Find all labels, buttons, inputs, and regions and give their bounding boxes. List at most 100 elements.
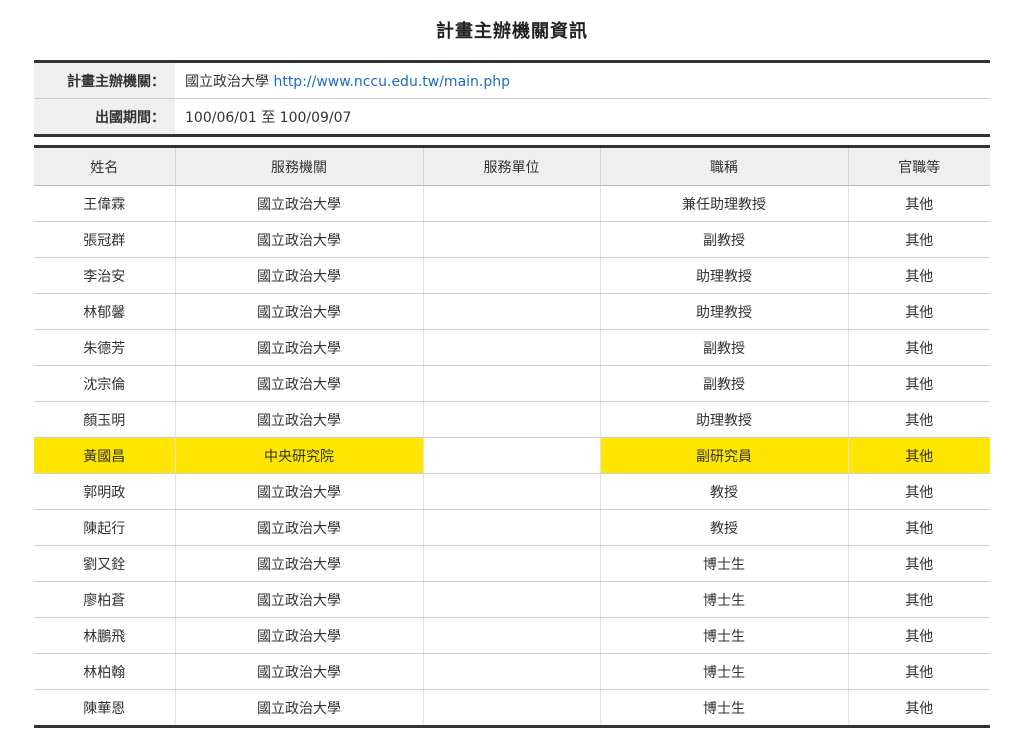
cell-grade: 其他: [847, 473, 990, 510]
cell-grade: 其他: [847, 293, 990, 330]
cell-unit: [422, 653, 600, 690]
cell-name: 林鵬飛: [34, 617, 175, 654]
table-row: 王偉霖 國立政治大學 兼任助理教授 其他: [34, 185, 990, 222]
period-row: 出國期間： 100/06/01 至 100/09/07: [34, 98, 990, 136]
cell-name: 沈宗倫: [34, 365, 175, 402]
cell-unit: [422, 509, 600, 546]
organizer-row: 計畫主辦機關： 國立政治大學 http://www.nccu.edu.tw/ma…: [34, 61, 990, 99]
table-row: 李治安 國立政治大學 助理教授 其他: [34, 257, 990, 294]
cell-unit: [422, 401, 600, 438]
cell-title: 博士生: [599, 617, 848, 654]
cell-name: 廖柏蒼: [34, 581, 175, 618]
cell-org: 國立政治大學: [174, 617, 423, 654]
cell-grade: 其他: [847, 365, 990, 402]
cell-name: 陳起行: [34, 509, 175, 546]
cell-title: 副教授: [599, 329, 848, 366]
cell-org: 國立政治大學: [174, 473, 423, 510]
cell-unit: [422, 221, 600, 258]
page-title: 計畫主辦機關資訊: [436, 21, 588, 42]
cell-grade: 其他: [847, 437, 990, 474]
cell-org: 國立政治大學: [174, 401, 423, 438]
table-row: 顏玉明 國立政治大學 助理教授 其他: [34, 401, 990, 438]
cell-unit: [422, 617, 600, 654]
cell-title: 教授: [599, 509, 848, 546]
cell-org: 國立政治大學: [174, 581, 423, 618]
cell-name: 王偉霖: [34, 185, 175, 222]
cell-grade: 其他: [847, 185, 990, 222]
cell-grade: 其他: [847, 545, 990, 582]
cell-unit: [422, 293, 600, 330]
cell-name: 張冠群: [34, 221, 175, 258]
cell-unit: [422, 329, 600, 366]
cell-unit: [422, 365, 600, 402]
cell-grade: 其他: [847, 617, 990, 654]
table-row: 陳華恩 國立政治大學 博士生 其他: [34, 689, 990, 727]
cell-title: 助理教授: [599, 257, 848, 294]
cell-name: 陳華恩: [83, 700, 126, 717]
cell-title: 博士生: [599, 545, 848, 582]
table-row: 黃國昌 中央研究院 副研究員 其他: [34, 437, 990, 474]
table-header-row: 姓名 服務機關 服務單位 職稱 官職等: [34, 146, 990, 186]
cell-grade: 其他: [847, 257, 990, 294]
table-row: 廖柏蒼 國立政治大學 博士生 其他: [34, 581, 990, 618]
cell-grade: 其他: [847, 329, 990, 366]
table-row: 林柏翰 國立政治大學 博士生 其他: [34, 653, 990, 690]
header-unit: 服務單位: [422, 146, 600, 186]
table-body: 王偉霖 國立政治大學 兼任助理教授 其他 張冠群 國立政治大學 副教授 其他 李治安 國立政治大學…: [34, 185, 990, 727]
cell-name: 朱德芳: [34, 329, 175, 366]
cell-org: 國立政治大學: [174, 257, 423, 294]
cell-title: 副教授: [599, 221, 848, 258]
header-title: 職稱: [599, 146, 848, 186]
cell-title: 博士生: [599, 689, 848, 727]
cell-unit: [422, 689, 600, 727]
table-row: 張冠群 國立政治大學 副教授 其他: [34, 221, 990, 258]
organizer-url-link[interactable]: http://www.nccu.edu.tw/main.php: [273, 74, 510, 90]
cell-title: 副研究員: [599, 437, 848, 474]
cell-org: 國立政治大學: [174, 293, 423, 330]
cell-unit: [422, 473, 600, 510]
cell-name: 林柏翰: [34, 653, 175, 690]
cell-name: 李治安: [34, 257, 175, 294]
cell-grade: 其他: [847, 581, 990, 618]
cell-unit: [422, 185, 600, 222]
period-value: 100/06/01 至 100/09/07: [185, 109, 352, 126]
cell-grade: 其他: [847, 653, 990, 690]
cell-unit: [422, 257, 600, 294]
header-org: 服務機關: [174, 146, 423, 186]
cell-unit: [422, 581, 600, 618]
cell-title: 兼任助理教授: [599, 185, 848, 222]
table-row: 郭明政 國立政治大學 教授 其他: [34, 473, 990, 510]
table-row: 沈宗倫 國立政治大學 副教授 其他: [34, 365, 990, 402]
cell-org: 國立政治大學: [174, 221, 423, 258]
cell-unit: [422, 545, 600, 582]
table-row: 陳起行 國立政治大學 教授 其他: [34, 509, 990, 546]
cell-name: 劉又銓: [34, 545, 175, 582]
header-grade: 官職等: [847, 146, 990, 186]
table-row: 朱德芳 國立政治大學 副教授 其他: [34, 329, 990, 366]
header-name: 姓名: [34, 146, 175, 186]
organizer-value: 國立政治大學 http://www.nccu.edu.tw/main.php: [175, 61, 990, 99]
cell-title: 教授: [599, 473, 848, 510]
table-row: 林鵬飛 國立政治大學 博士生 其他: [34, 617, 990, 654]
cell-name: 黃國昌: [34, 437, 175, 474]
cell-title: 副教授: [599, 365, 848, 402]
cell-unit: [422, 437, 600, 474]
cell-grade: 其他: [847, 401, 990, 438]
cell-org: 國立政治大學: [174, 653, 423, 690]
cell-org: 國立政治大學: [174, 545, 423, 582]
cell-name: 郭明政: [34, 473, 175, 510]
table-row: 林郁馨 國立政治大學 助理教授 其他: [34, 293, 990, 330]
cell-grade: 其他: [847, 221, 990, 258]
cell-org: 國立政治大學: [174, 689, 423, 727]
cell-title: 助理教授: [599, 401, 848, 438]
table-row: 劉又銓 國立政治大學 博士生 其他: [34, 545, 990, 582]
cell-title: 博士生: [599, 653, 848, 690]
cell-name: 顏玉明: [34, 401, 175, 438]
participants-table: 姓名 服務機關 服務單位 職稱 官職等 王偉霖 國立政治大學 兼任助理教授 其他 張冠群…: [34, 145, 990, 728]
cell-org: 國立政治大學: [174, 185, 423, 222]
cell-org: 國立政治大學: [174, 329, 423, 366]
organizer-info-table: 計畫主辦機關： 國立政治大學 http://www.nccu.edu.tw/ma…: [34, 60, 990, 137]
cell-title: 博士生: [599, 581, 848, 618]
cell-name: 林郁馨: [34, 293, 175, 330]
cell-grade: 其他: [847, 509, 990, 546]
